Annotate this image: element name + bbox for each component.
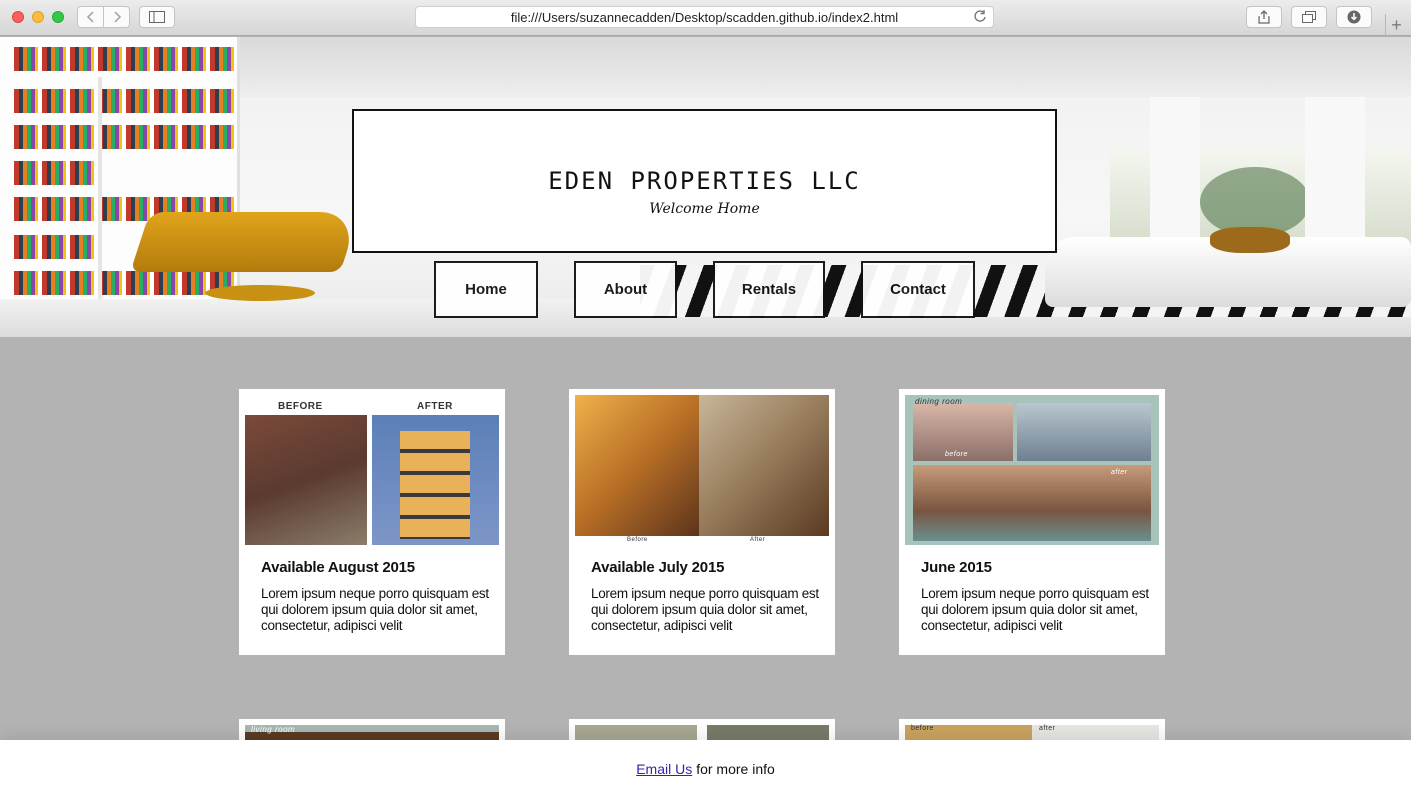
email-us-link[interactable]: Email Us bbox=[636, 761, 692, 777]
before-photo bbox=[245, 415, 367, 545]
downloads-button[interactable] bbox=[1336, 6, 1372, 28]
hero-chair bbox=[130, 212, 360, 272]
property-image[interactable]: BEFORE AFTER bbox=[245, 395, 499, 545]
window-close-button[interactable] bbox=[12, 11, 24, 23]
card-description: Lorem ipsum neque porro quisquam est qui… bbox=[591, 586, 819, 633]
show-tabs-button[interactable] bbox=[1291, 6, 1327, 28]
shelf-books bbox=[14, 271, 234, 295]
share-button[interactable] bbox=[1246, 6, 1282, 28]
card-description: Lorem ipsum neque porro quisquam est qui… bbox=[921, 586, 1149, 633]
sidebar-toggle-button[interactable] bbox=[139, 6, 175, 28]
nav-contact-button[interactable]: Contact bbox=[861, 261, 975, 318]
page-footer: Email Us for more info bbox=[0, 740, 1411, 797]
before-label: before bbox=[911, 725, 934, 732]
window-maximize-button[interactable] bbox=[52, 11, 64, 23]
shelf-books bbox=[14, 89, 234, 113]
property-card[interactable]: BEFORE AFTER Available August 2015 Lorem… bbox=[239, 389, 505, 655]
chevron-right-icon bbox=[113, 11, 121, 23]
nav-home-button[interactable]: Home bbox=[434, 261, 538, 318]
room-label: dining room bbox=[915, 397, 963, 406]
before-photo bbox=[1017, 403, 1151, 461]
nav-about-button[interactable]: About bbox=[574, 261, 677, 318]
tabs-icon bbox=[1302, 11, 1316, 23]
address-bar[interactable]: file:///Users/suzannecadden/Desktop/scad… bbox=[415, 6, 994, 28]
site-title: EDEN PROPERTIES LLC bbox=[548, 167, 861, 195]
footer-text: for more info bbox=[696, 760, 775, 777]
after-photo bbox=[913, 465, 1151, 541]
room-label: living room bbox=[251, 725, 296, 734]
after-photo bbox=[699, 395, 829, 536]
property-card[interactable]: Before After Available July 2015 Lorem i… bbox=[569, 389, 835, 655]
shelf-books bbox=[14, 125, 234, 149]
hero-chair-base bbox=[205, 285, 315, 301]
share-icon bbox=[1258, 10, 1270, 24]
property-image[interactable]: Before After bbox=[575, 395, 829, 545]
before-label: Before bbox=[627, 537, 648, 543]
chevron-left-icon bbox=[86, 11, 94, 23]
before-photo bbox=[575, 395, 699, 536]
back-button[interactable] bbox=[77, 6, 104, 28]
property-image[interactable]: dining room before after bbox=[905, 395, 1159, 545]
shelf-divider bbox=[98, 77, 102, 307]
new-tab-button[interactable]: + bbox=[1385, 14, 1407, 36]
site-tagline: Welcome Home bbox=[649, 201, 760, 217]
card-title: June 2015 bbox=[921, 559, 992, 576]
card-title: Available July 2015 bbox=[591, 559, 725, 576]
nav-rentals-button[interactable]: Rentals bbox=[713, 261, 825, 318]
before-label: BEFORE bbox=[278, 401, 323, 412]
after-photo bbox=[372, 415, 499, 545]
plus-icon: + bbox=[1391, 14, 1402, 35]
card-description: Lorem ipsum neque porro quisquam est qui… bbox=[261, 586, 489, 633]
shelf-books bbox=[14, 235, 94, 259]
sidebar-icon bbox=[149, 11, 165, 23]
after-label: After bbox=[750, 537, 766, 543]
site-title-box: EDEN PROPERTIES LLC Welcome Home bbox=[352, 109, 1057, 253]
shelf-books bbox=[14, 161, 94, 185]
browser-toolbar: file:///Users/suzannecadden/Desktop/scad… bbox=[0, 0, 1411, 36]
after-label: AFTER bbox=[417, 401, 453, 412]
hero-pillow bbox=[1210, 227, 1290, 253]
after-label: after bbox=[1111, 469, 1128, 476]
card-title: Available August 2015 bbox=[261, 559, 415, 576]
property-card[interactable]: dining room before after June 2015 Lorem… bbox=[899, 389, 1165, 655]
forward-button[interactable] bbox=[103, 6, 130, 28]
before-label: before bbox=[945, 451, 968, 458]
after-label: after bbox=[1039, 725, 1056, 732]
hero-banner: EDEN PROPERTIES LLC Welcome Home Home Ab… bbox=[0, 37, 1411, 337]
window-minimize-button[interactable] bbox=[32, 11, 44, 23]
shelf-books bbox=[14, 47, 234, 71]
reload-icon[interactable] bbox=[973, 9, 987, 26]
url-text: file:///Users/suzannecadden/Desktop/scad… bbox=[510, 9, 899, 25]
download-icon bbox=[1347, 10, 1361, 24]
